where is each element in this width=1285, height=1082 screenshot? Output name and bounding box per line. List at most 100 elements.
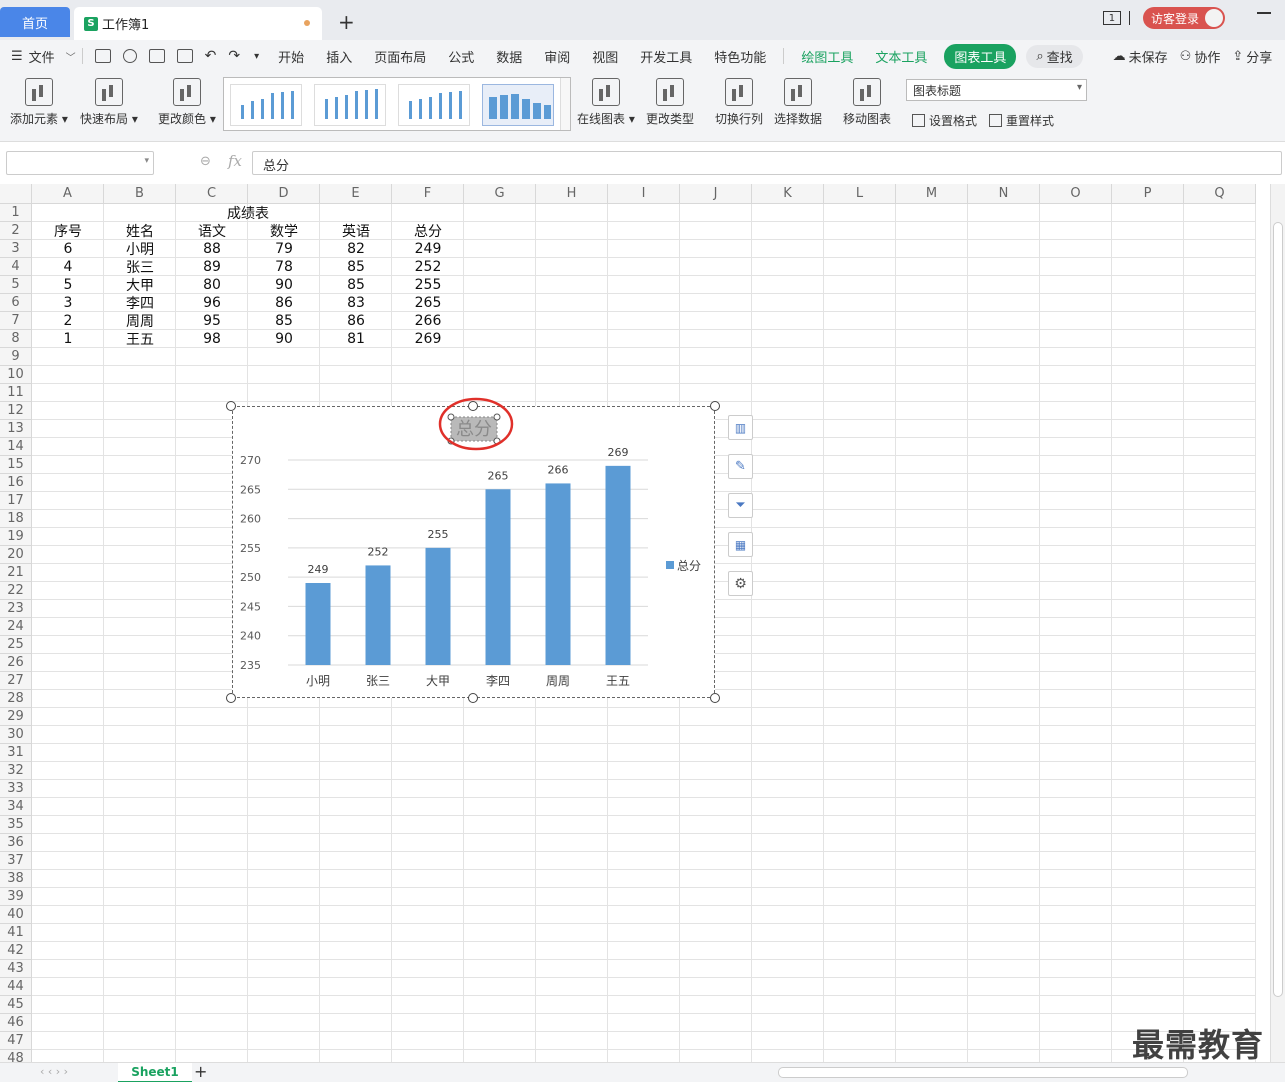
column-header-i[interactable]: I <box>608 184 680 204</box>
tab-home[interactable]: 首页 <box>0 7 70 37</box>
cell[interactable]: 79 <box>248 240 320 258</box>
column-header-p[interactable]: P <box>1112 184 1184 204</box>
column-header-l[interactable]: L <box>824 184 896 204</box>
menu-special[interactable]: 特色功能 <box>703 47 777 66</box>
name-box[interactable] <box>6 151 154 175</box>
row-header[interactable]: 35 <box>0 816 32 834</box>
online-chart-tool[interactable]: ▦ <box>728 532 753 557</box>
vertical-scrollbar[interactable] <box>1270 184 1285 1062</box>
cell[interactable]: 3 <box>32 294 104 312</box>
add-sheet-icon[interactable]: + <box>194 1062 207 1081</box>
cell[interactable]: 249 <box>392 240 464 258</box>
formula-input[interactable]: 总分 <box>252 151 1282 175</box>
cell[interactable]: 85 <box>248 312 320 330</box>
cell[interactable]: 1 <box>32 330 104 348</box>
quick-access-more-icon[interactable]: ▾ <box>254 51 259 62</box>
cell[interactable]: 81 <box>320 330 392 348</box>
row-header[interactable]: 29 <box>0 708 32 726</box>
undo-icon[interactable]: ↶ <box>205 48 217 64</box>
row-header[interactable]: 14 <box>0 438 32 456</box>
new-tab-plus-icon[interactable]: + <box>338 10 355 34</box>
row-header[interactable]: 20 <box>0 546 32 564</box>
row-header[interactable]: 28 <box>0 690 32 708</box>
window-count-badge[interactable]: 1 <box>1102 11 1121 25</box>
cell[interactable]: 85 <box>320 258 392 276</box>
share-button[interactable]: 分享 <box>1246 47 1272 66</box>
row-header[interactable]: 6 <box>0 294 32 312</box>
hamburger-icon[interactable]: ☰ <box>0 49 27 64</box>
save-icon[interactable] <box>94 49 111 63</box>
row-header[interactable]: 30 <box>0 726 32 744</box>
menu-review[interactable]: 审阅 <box>533 47 581 66</box>
fx-icon[interactable]: fx <box>228 152 242 170</box>
resize-handle-top-right[interactable] <box>710 401 720 411</box>
vertical-scroll-thumb[interactable] <box>1273 222 1283 997</box>
collaborate-button[interactable]: 协作 <box>1194 47 1220 66</box>
row-header[interactable]: 34 <box>0 798 32 816</box>
cell[interactable]: 英语 <box>320 222 392 240</box>
gallery-scroll-button[interactable] <box>560 78 570 130</box>
cell[interactable]: 姓名 <box>104 222 176 240</box>
column-header-c[interactable]: C <box>176 184 248 204</box>
menu-formulas[interactable]: 公式 <box>437 47 485 66</box>
column-header-g[interactable]: G <box>464 184 536 204</box>
switch-row-col-button[interactable]: 切换行列 <box>715 78 763 127</box>
row-header[interactable]: 31 <box>0 744 32 762</box>
search-button[interactable]: ⌕ 查找 <box>1026 44 1083 68</box>
column-header-a[interactable]: A <box>32 184 104 204</box>
column-header-f[interactable]: F <box>392 184 464 204</box>
move-chart-button[interactable]: 移动图表 <box>843 78 891 127</box>
menu-drawing-tools[interactable]: 绘图工具 <box>790 47 864 66</box>
cell[interactable]: 2 <box>32 312 104 330</box>
row-header[interactable]: 18 <box>0 510 32 528</box>
row-header[interactable]: 5 <box>0 276 32 294</box>
row-header[interactable]: 1 <box>0 204 32 222</box>
row-header[interactable]: 26 <box>0 654 32 672</box>
cell[interactable]: 78 <box>248 258 320 276</box>
row-header[interactable]: 39 <box>0 888 32 906</box>
cell[interactable]: 小明 <box>104 240 176 258</box>
column-header-n[interactable]: N <box>968 184 1040 204</box>
resize-handle-bottom-left[interactable] <box>226 693 236 703</box>
row-header[interactable]: 47 <box>0 1032 32 1050</box>
reset-style-button[interactable]: 重置样式 <box>989 112 1054 129</box>
panel-icon[interactable] <box>1128 11 1135 25</box>
row-header[interactable]: 8 <box>0 330 32 348</box>
row-header[interactable]: 13 <box>0 420 32 438</box>
row-header[interactable]: 9 <box>0 348 32 366</box>
menu-home[interactable]: 开始 <box>267 47 315 66</box>
row-header[interactable]: 41 <box>0 924 32 942</box>
cell[interactable]: 255 <box>392 276 464 294</box>
row-header[interactable]: 19 <box>0 528 32 546</box>
resize-handle-bottom-right[interactable] <box>710 693 720 703</box>
redo-icon[interactable]: ↷ <box>228 48 240 64</box>
cell[interactable]: 90 <box>248 276 320 294</box>
column-header-e[interactable]: E <box>320 184 392 204</box>
chart-settings-tool[interactable]: ⚙ <box>728 571 753 596</box>
cell[interactable]: 周周 <box>104 312 176 330</box>
format-painter-icon[interactable] <box>122 49 137 63</box>
chart-style-2[interactable] <box>314 84 386 126</box>
row-header[interactable]: 21 <box>0 564 32 582</box>
cell[interactable]: 成绩表 <box>32 204 464 222</box>
row-header[interactable]: 48 <box>0 1050 32 1062</box>
sheet-nav-icon[interactable]: ‹ ‹ › › <box>40 1065 68 1078</box>
cell[interactable]: 86 <box>248 294 320 312</box>
online-chart-button[interactable]: 在线图表 ▾ <box>577 78 635 127</box>
cell[interactable]: 4 <box>32 258 104 276</box>
print-icon[interactable] <box>148 49 165 63</box>
menu-file[interactable]: 文件 <box>27 47 66 66</box>
row-header[interactable]: 24 <box>0 618 32 636</box>
select-all-corner[interactable] <box>0 184 32 204</box>
zoom-formula-icon[interactable]: ⊖ <box>200 154 211 169</box>
cell[interactable]: 82 <box>320 240 392 258</box>
row-header[interactable]: 25 <box>0 636 32 654</box>
cell[interactable]: 88 <box>176 240 248 258</box>
column-header-b[interactable]: B <box>104 184 176 204</box>
row-header[interactable]: 40 <box>0 906 32 924</box>
cell[interactable]: 序号 <box>32 222 104 240</box>
column-header-m[interactable]: M <box>896 184 968 204</box>
resize-handle-bottom[interactable] <box>468 693 478 703</box>
change-color-button[interactable]: 更改颜色 ▾ <box>158 78 216 127</box>
chart-style-tool[interactable]: ✎ <box>728 454 753 479</box>
